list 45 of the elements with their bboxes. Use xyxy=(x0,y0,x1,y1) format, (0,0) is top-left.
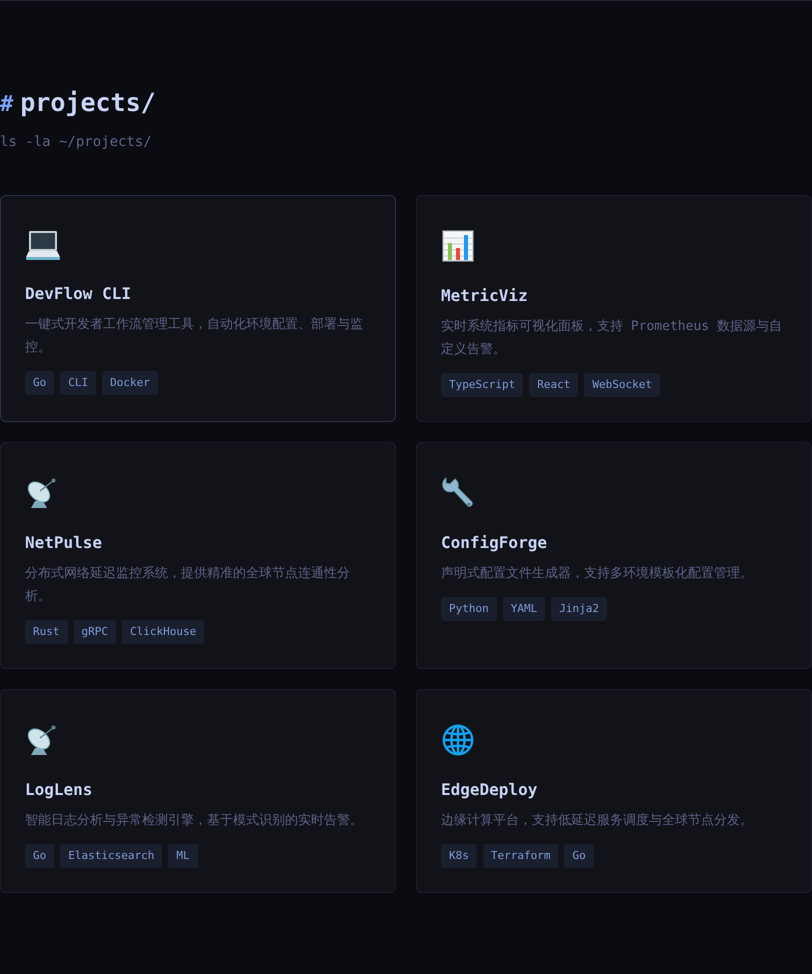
project-title: ConfigForge xyxy=(441,532,547,554)
project-description: 分布式网络延迟监控系统，提供精准的全球节点连通性分析。 xyxy=(25,565,351,606)
project-description: 智能日志分析与异常检测引擎，基于模式识别的实时告警。 xyxy=(25,812,364,830)
tech-tag: Terraform xyxy=(482,844,558,868)
tech-tag: Go xyxy=(564,844,594,868)
project-card[interactable]: NetPulse 分布式网络延迟监控系统，提供精准的全球节点连通性分析。 Rust gRPC ClickHouse xyxy=(0,442,396,669)
project-title: NetPulse xyxy=(25,532,102,554)
tech-tag: YAML xyxy=(502,597,546,621)
globe-icon xyxy=(442,724,474,756)
tech-tag: Jinja2 xyxy=(551,597,607,621)
tech-tag: gRPC xyxy=(74,620,116,644)
project-description: 声明式配置文件生成器，支持多环境模板化配置管理。 xyxy=(441,565,754,583)
tech-tag: React xyxy=(529,373,578,397)
tech-tag: K8s xyxy=(441,844,477,868)
tech-tag: ClickHouse xyxy=(122,620,204,644)
wrench-icon xyxy=(442,477,474,509)
bar-chart-icon xyxy=(442,230,474,262)
project-card[interactable]: DevFlow CLI 一键式开发者工作流管理工具，自动化环境配置、部署与监控。 Go CLI Docker xyxy=(0,195,396,422)
project-title: LogLens xyxy=(25,779,92,801)
project-description: 实时系统指标可视化面板，支持 Prometheus 数据源与自定义告警。 xyxy=(441,318,783,359)
tech-tag: WebSocket xyxy=(584,373,660,397)
heading-hash: # xyxy=(0,91,14,119)
tech-tag: Docker xyxy=(102,371,158,395)
satellite-dish-icon xyxy=(26,724,58,756)
project-card[interactable]: EdgeDeploy 边缘计算平台，支持低延迟服务调度与全球节点分发。 K8s Terraform Go xyxy=(416,689,812,893)
tech-tag: TypeScript xyxy=(441,373,524,397)
laptop-icon xyxy=(26,230,60,260)
tech-tag: Rust xyxy=(25,620,68,644)
tech-tag: ML xyxy=(168,844,198,868)
project-title: EdgeDeploy xyxy=(441,779,538,801)
tech-tag: Go xyxy=(25,844,54,868)
project-description: 一键式开发者工作流管理工具，自动化环境配置、部署与监控。 xyxy=(25,316,364,357)
shell-command: ls -la ~/projects/ xyxy=(0,133,153,152)
project-card[interactable]: ConfigForge 声明式配置文件生成器，支持多环境模板化配置管理。 Python YAML Jinja2 xyxy=(416,442,812,669)
page-title: projects/ xyxy=(20,87,156,119)
project-card[interactable]: MetricViz 实时系统指标可视化面板，支持 Prometheus 数据源与自定义告警。 TypeScript React WebSocket xyxy=(416,195,812,422)
project-title: DevFlow CLI xyxy=(25,283,131,305)
satellite-dish-icon xyxy=(26,477,58,509)
project-title: MetricViz xyxy=(441,285,528,307)
tech-tag: Python xyxy=(441,597,497,621)
project-card[interactable]: LogLens 智能日志分析与异常检测引擎，基于模式识别的实时告警。 Go Elasticsearch ML xyxy=(0,689,396,893)
tech-tag: Go xyxy=(25,371,54,395)
project-description: 边缘计算平台，支持低延迟服务调度与全球节点分发。 xyxy=(441,812,754,830)
tech-tag: CLI xyxy=(60,371,96,395)
tech-tag: Elasticsearch xyxy=(60,844,162,868)
